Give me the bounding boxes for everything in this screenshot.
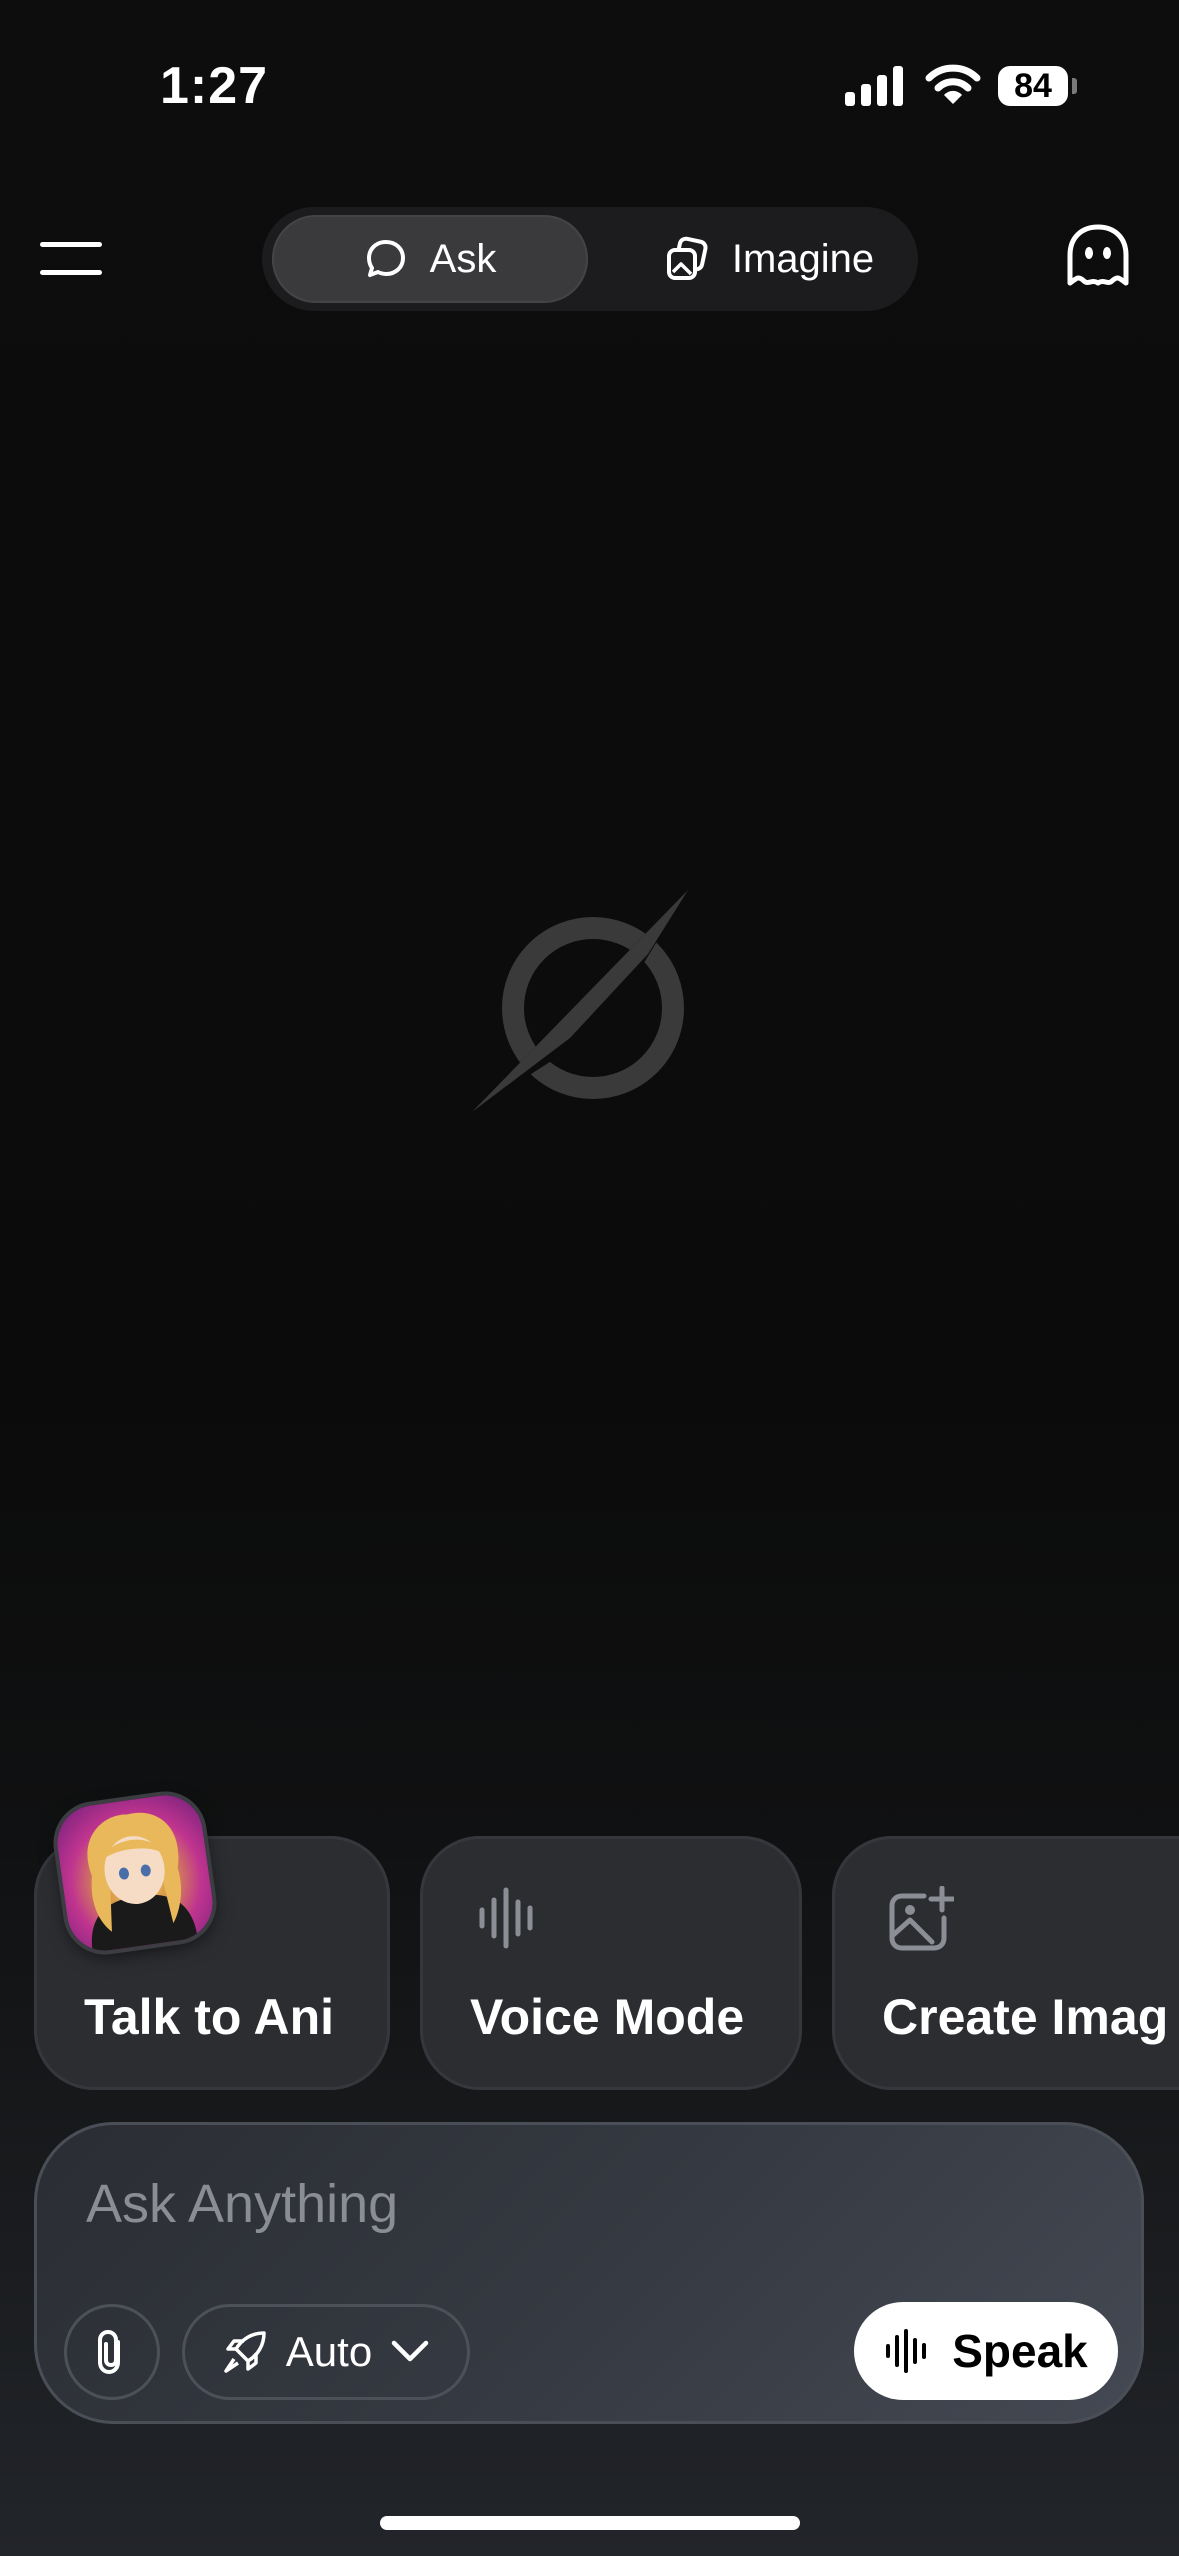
waveform-icon — [886, 2329, 927, 2373]
tab-imagine-label: Imagine — [731, 236, 875, 281]
wifi-icon — [925, 64, 981, 104]
waveform-icon — [479, 1887, 533, 1949]
voice-mode-label: Voice Mode — [470, 1989, 745, 2045]
create-image-card[interactable]: Create Imag — [832, 1836, 1179, 2090]
talk-to-ani-label: Talk to Ani — [84, 1989, 334, 2045]
tab-imagine[interactable]: Imagine — [634, 215, 904, 303]
model-selector[interactable]: Auto — [182, 2304, 470, 2400]
grok-logo-icon — [472, 890, 688, 1112]
model-label: Auto — [285, 2328, 373, 2375]
menu-button[interactable] — [40, 240, 102, 280]
speak-button[interactable]: Speak — [854, 2302, 1118, 2400]
ask-input[interactable] — [84, 2168, 988, 2240]
battery-tip — [1072, 78, 1077, 94]
paperclip-icon — [98, 2329, 120, 2375]
hamburger-menu-icon-bar — [40, 270, 102, 275]
signal-icon — [845, 66, 903, 106]
chevron-down-icon — [391, 2340, 429, 2362]
hamburger-menu-icon — [40, 242, 102, 247]
speak-label: Speak — [952, 2325, 1088, 2377]
status-time: 1:27 — [160, 57, 269, 115]
tab-ask[interactable]: Ask — [272, 215, 588, 303]
tab-ask-label: Ask — [429, 236, 497, 281]
ghost-icon[interactable] — [1062, 223, 1134, 289]
home-indicator[interactable] — [380, 2516, 800, 2530]
ani-avatar — [52, 1790, 218, 1956]
create-image-label: Create Imag — [882, 1989, 1169, 2045]
attach-button[interactable] — [64, 2304, 160, 2400]
battery-icon: 84 — [998, 66, 1068, 106]
app-screen: 1:27 84 Ask Imagine Talk to Ani Voice Mo… — [0, 0, 1179, 2556]
rocket-icon — [224, 2331, 266, 2373]
chat-bubble-icon — [366, 240, 405, 277]
mode-switcher: Ask Imagine — [262, 207, 918, 311]
ani-portrait-icon — [87, 1812, 198, 1953]
image-stack-icon — [666, 236, 708, 280]
composer: Auto Speak — [34, 2122, 1144, 2424]
image-plus-icon — [889, 1886, 954, 1951]
voice-mode-card[interactable]: Voice Mode — [420, 1836, 802, 2090]
